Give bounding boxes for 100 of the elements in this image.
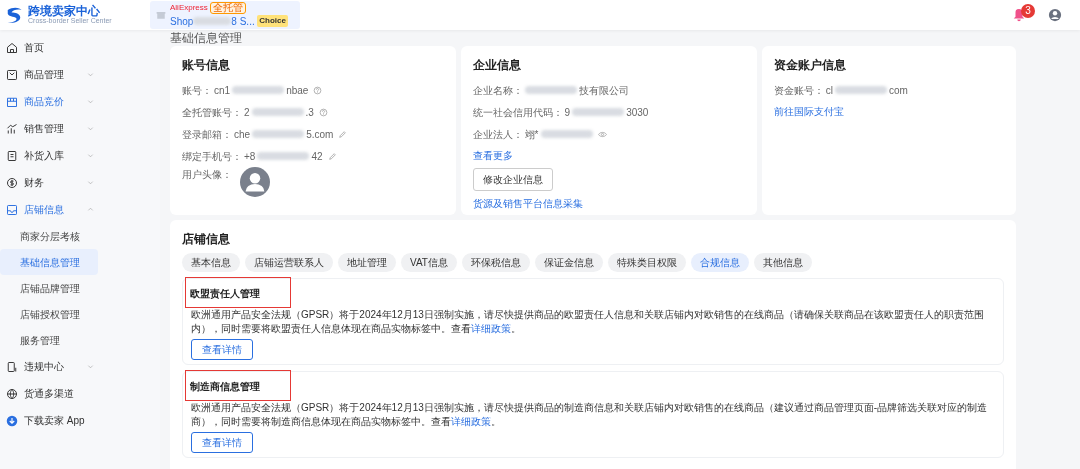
chevron-icon [87,363,94,370]
shop-name-end: 8 S... [231,14,255,29]
details-button[interactable]: 查看详情 [191,432,253,453]
field-value: 翊* [524,127,539,142]
edit-company-button[interactable]: 修改企业信息 [472,167,553,191]
help-icon [313,85,323,95]
edit-icon [338,129,348,139]
clipboard-icon [6,149,18,162]
help-icon [318,107,328,117]
sidebar-item[interactable]: 销售管理 [0,115,160,142]
link[interactable]: 查看更多 [472,147,745,163]
tab[interactable]: VAT信息 [401,253,457,272]
field-label: 资金账号： [773,83,824,98]
section-title: 制造商信息管理 [190,380,260,394]
sidebar-item[interactable]: 货通多渠道 [0,380,160,407]
window-icon [6,203,18,216]
card-title: 资金账户信息 [773,57,847,74]
field-value: 9 [564,105,571,120]
sidebar-subitem[interactable]: 店铺品牌管理 [0,275,98,301]
shop-name-start: Shop [170,14,194,29]
sidebar-item[interactable]: 违规中心 [0,353,160,380]
redaction-blur [524,86,577,94]
sidebar-item[interactable]: 店铺信息 [0,196,160,223]
logo-title: 跨境卖家中心 [28,4,100,17]
shop-switcher[interactable]: AliExpress 全托管 Shop 8 S... Choice [150,1,300,29]
policy-link[interactable]: 详细政策 [471,323,511,334]
tab[interactable]: 环保税信息 [461,253,530,272]
sidebar-item[interactable]: 补货入库 [0,142,160,169]
coin-icon [6,176,18,189]
field-value: 5.com [306,127,334,142]
description: 欧洲通用产品安全法规（GPSR）将于2024年12月13日强制实施，请尽快提供商品的欧盟责任人信息和关联店铺内对欧销售的在线商品（请确保关联商品在该欧盟责任人的职责范围内），同时需要将欧盟责任人信息体现在商品实物标签中。查看详细政策。 [191,308,985,336]
redaction-blur [257,152,310,160]
policy-link[interactable]: 详细政策 [451,416,491,427]
notification-count: 3 [1021,4,1035,18]
field-value: 42 [311,149,323,164]
tab[interactable]: 基本信息 [182,253,240,272]
bell-icon [1012,8,1026,22]
chevron-icon [87,125,94,132]
box-icon [6,68,18,81]
redaction-blur [572,108,625,116]
chevron-icon [87,98,94,105]
sidebar-item[interactable]: 财务 [0,169,160,196]
chevron-icon [87,179,94,186]
field-label: 统一社会信用代码： [472,105,563,120]
field-value: 技有限公司 [578,83,629,98]
store-icon [156,10,166,20]
sidebar-item[interactable]: 商品管理 [0,61,160,88]
tab[interactable]: 保证金信息 [534,253,603,272]
redaction-blur [834,86,887,94]
shop-icon [6,95,18,108]
field-value: cl [825,83,833,98]
tab[interactable]: 其他信息 [753,253,812,272]
chevron-icon [87,152,94,159]
field-value: che [234,127,251,142]
choice-tag: Choice [257,15,288,27]
sidebar-subitem[interactable]: 基础信息管理 [0,249,98,275]
field-label: 用户头像： [182,168,232,182]
field-label: 绑定手机号： [182,149,242,164]
field-label: 企业法人： [472,127,523,142]
chevron-icon [87,71,94,78]
account-icon [1048,8,1062,22]
download-icon [6,414,18,427]
link[interactable]: 货源及销售平台信息采集 [472,195,745,211]
field-value: nbae [286,83,309,98]
eye-icon [597,129,607,139]
sidebar-subitem[interactable]: 商家分层考核 [0,223,98,249]
redaction-blur [193,17,232,25]
tab[interactable]: 合规信息 [690,253,749,272]
program-tag: 全托管 [210,1,247,14]
globe-icon [6,387,18,400]
sidebar-subitem[interactable]: 服务管理 [0,327,98,353]
redaction-blur [252,130,305,138]
field-value: +8 [244,149,256,164]
redaction-blur [232,86,285,94]
redaction-blur [540,130,593,138]
tab[interactable]: 地址管理 [338,253,396,272]
chevron-icon [87,206,94,213]
field-label: 企业名称： [472,83,523,98]
redaction-blur [251,108,304,116]
edit-icon [327,151,337,161]
field-value: .3 [305,105,314,120]
sidebar-item[interactable]: 首页 [0,34,160,61]
sidebar-subitem[interactable]: 店铺授权管理 [0,301,98,327]
field-value: 3030 [626,105,649,120]
link[interactable]: 前往国际支付宝 [773,103,1004,119]
field-label: 账号： [182,83,212,98]
details-button[interactable]: 查看详情 [191,339,253,360]
field-label: 登录邮箱： [182,127,232,142]
tab[interactable]: 特殊类目权限 [607,253,686,272]
device-icon [6,360,18,373]
platform-label: AliExpress [170,3,208,12]
description: 欧洲通用产品安全法规（GPSR）将于2024年12月13日强制实施，请尽快提供商品的制造商信息和关联店铺内对欧销售的在线商品（建议通过商品管理页面-品牌筛选关联对应的制造商），同时需要将制造商信息体现在商品实物标签中。查看详细政策。 [191,401,989,429]
avatar-icon [240,167,270,197]
sidebar-item[interactable]: 下载卖家 App [0,407,160,434]
card-title: 企业信息 [472,57,522,74]
sidebar-item[interactable]: 商品竞价 [0,88,160,115]
tab[interactable]: 店铺运营联系人 [245,253,333,272]
card-title: 店铺信息 [182,231,231,248]
card-title: 账号信息 [182,57,231,74]
field-label: 全托管账号： [182,105,242,120]
